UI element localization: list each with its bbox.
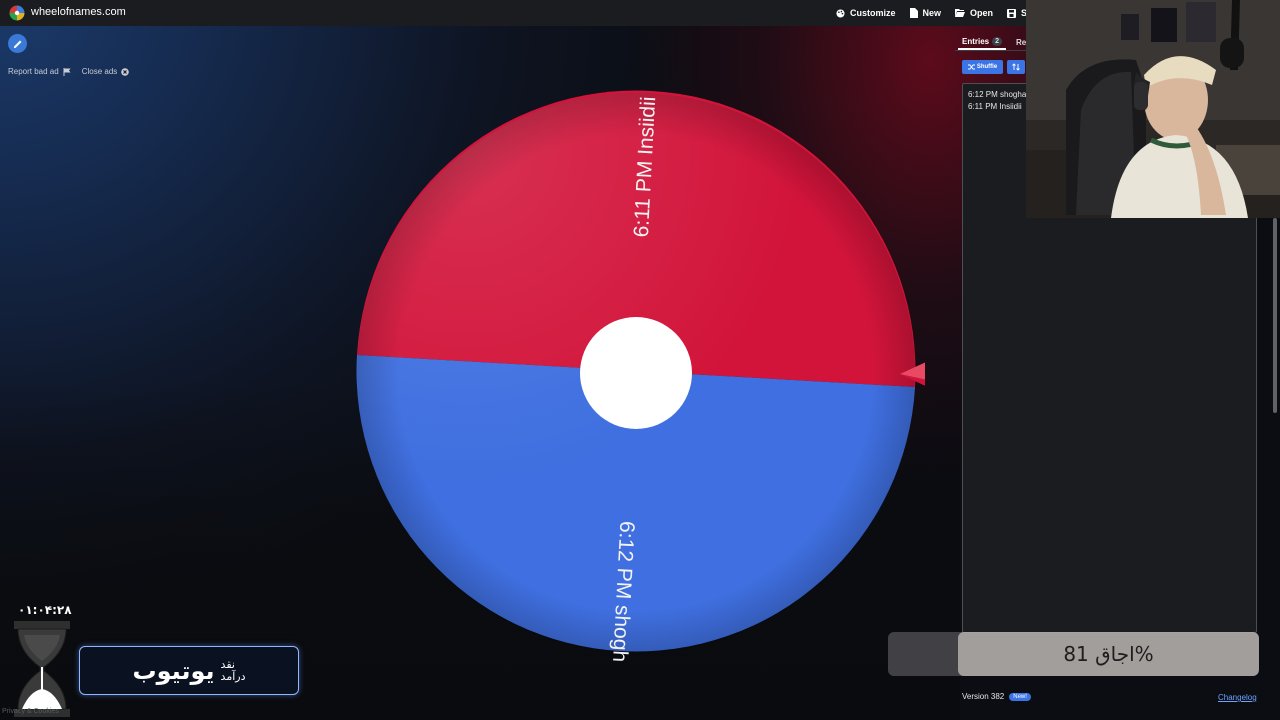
panel-tabs: Entries 2 Re <box>958 34 1030 50</box>
income-small-1: نقد <box>220 657 235 671</box>
new-label: New <box>922 8 942 18</box>
entries-count-badge: 2 <box>992 36 1003 46</box>
site-name[interactable]: wheelofnames.com <box>31 6 126 18</box>
income-small-2: درآمد <box>220 669 246 683</box>
privacy-link[interactable]: Privacy & Cookies <box>2 708 59 715</box>
shuffle-button[interactable]: Shuffle <box>962 60 1003 74</box>
progress-overlay: اجاق 81% <box>888 632 1259 676</box>
wheel[interactable]: 6:11 PM Insiidii 6:12 PM shoghalep... <box>350 86 940 720</box>
top-menu: Customize New Open Sav <box>836 0 1051 26</box>
income-small-text: نقد درآمد <box>220 657 246 683</box>
flag-icon <box>63 67 71 76</box>
sort-button[interactable] <box>1007 60 1025 74</box>
stream-timer: ۰۱:۰۴:۲۸ <box>18 603 72 617</box>
changelog-link[interactable]: Changelog <box>1218 693 1257 702</box>
close-circle-icon <box>121 67 130 76</box>
entry-line: 6:11 PM Insiidii <box>968 102 1022 111</box>
income-big-text: یوتیوب <box>132 656 215 685</box>
entry-line: 6:12 PM shoghal <box>968 90 1029 99</box>
open-button[interactable]: Open <box>955 8 993 18</box>
customize-label: Customize <box>850 8 896 18</box>
report-bad-ad-label: Report bad ad <box>8 67 59 76</box>
shuffle-label: Shuffle <box>976 64 998 70</box>
edit-title-button[interactable] <box>8 34 27 53</box>
ad-links: Report bad ad Close ads <box>8 67 130 76</box>
income-overlay: نقد درآمد یوتیوب <box>79 646 299 695</box>
wheel-svg: 6:11 PM Insiidii 6:12 PM shoghalep... <box>356 90 940 720</box>
shuffle-icon <box>967 64 975 70</box>
logo-icon[interactable] <box>9 5 25 21</box>
webcam-overlay <box>1026 0 1280 218</box>
streamer-webcam-image <box>1026 0 1280 218</box>
hourglass-icon <box>14 621 70 717</box>
tab-entries-label: Entries <box>962 36 990 46</box>
page-scrollbar[interactable] <box>1273 218 1277 413</box>
progress-label: اجاق 81% <box>1063 642 1154 666</box>
tab-entries[interactable]: Entries 2 <box>958 34 1007 50</box>
close-ads-link[interactable]: Close ads <box>82 67 130 76</box>
new-badge: New! <box>1009 692 1031 701</box>
folder-open-icon <box>955 9 966 17</box>
pencil-icon <box>13 40 21 48</box>
palette-icon <box>836 8 845 18</box>
version-label: Version 382 <box>962 692 1005 701</box>
close-ads-label: Close ads <box>81 67 118 76</box>
open-label: Open <box>970 8 994 18</box>
save-icon <box>1007 8 1017 18</box>
new-button[interactable]: New <box>909 8 942 18</box>
wheel-center[interactable] <box>580 317 692 429</box>
sort-icon <box>1012 63 1020 71</box>
report-bad-ad-link[interactable]: Report bad ad <box>8 67 71 76</box>
version-info: Version 382 New! <box>962 692 1031 701</box>
file-icon <box>909 8 918 18</box>
customize-button[interactable]: Customize <box>836 8 896 18</box>
